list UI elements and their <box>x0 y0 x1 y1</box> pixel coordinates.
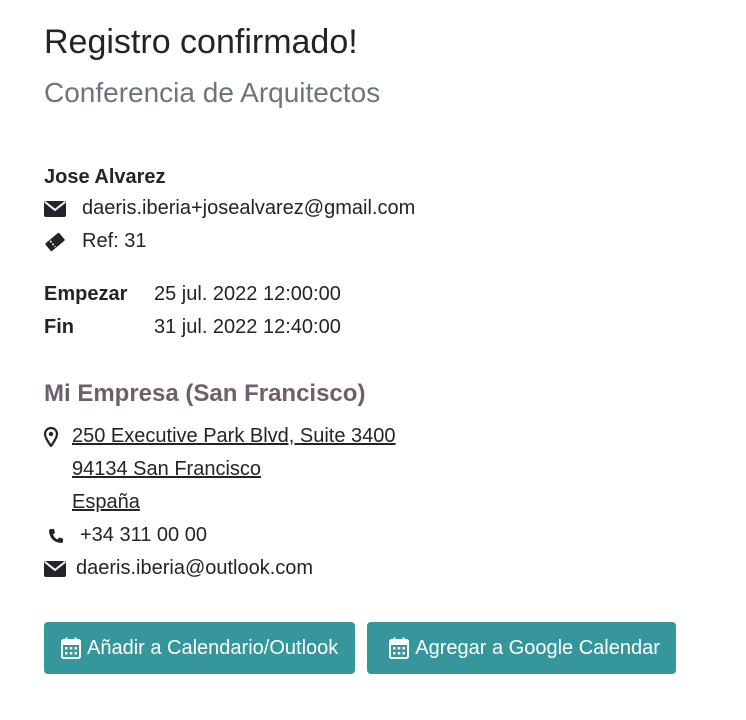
add-to-outlook-button[interactable]: Añadir a Calendario/Outlook <box>44 622 356 674</box>
company-phone: +34 311 00 00 <box>80 524 207 546</box>
add-to-google-calendar-button[interactable]: Agregar a Google Calendar <box>367 622 676 674</box>
ticket-icon <box>44 232 68 252</box>
end-value: 31 jul. 2022 12:40:00 <box>154 316 341 338</box>
attendee-email: daeris.iberia+josealvarez@gmail.com <box>82 197 416 219</box>
attendee-ref: Ref: 31 <box>82 230 147 252</box>
address-line-3-row: España <box>44 486 724 519</box>
company-address: 250 Executive Park Blvd, Suite 3400 9413… <box>44 420 724 585</box>
end-date-row: Fin 31 jul. 2022 12:40:00 <box>44 311 724 344</box>
attendee-ref-row: Ref: 31 <box>44 225 724 258</box>
event-name: Conferencia de Arquitectos <box>44 77 381 108</box>
add-to-outlook-label: Añadir a Calendario/Outlook <box>87 636 339 659</box>
start-value: 25 jul. 2022 12:00:00 <box>154 283 341 305</box>
attendee-email-row: daeris.iberia+josealvarez@gmail.com <box>44 192 724 225</box>
calendar-actions: Añadir a Calendario/Outlook Agregar a Go… <box>44 622 676 674</box>
end-label: Fin <box>44 316 74 338</box>
address-line-1-row: 250 Executive Park Blvd, Suite 3400 <box>44 420 724 453</box>
company-email-row: daeris.iberia@outlook.com <box>44 552 724 585</box>
start-date-row: Empezar 25 jul. 2022 12:00:00 <box>44 278 724 311</box>
calendar-icon <box>61 637 81 659</box>
company-email: daeris.iberia@outlook.com <box>76 557 314 579</box>
address-line-2-row: 94134 San Francisco <box>44 453 724 486</box>
phone-icon <box>44 528 70 544</box>
address-line-1-link[interactable]: 250 Executive Park Blvd, Suite 3400 <box>72 420 396 453</box>
confirmation-panel: Registro confirmado! Conferencia de Arqu… <box>44 20 724 674</box>
page-title: Registro confirmado! <box>44 23 358 61</box>
attendee-name: Jose Alvarez <box>44 166 166 188</box>
company-phone-row: +34 311 00 00 <box>44 519 724 552</box>
address-line-3-link[interactable]: España <box>72 491 140 513</box>
envelope-icon <box>44 199 68 219</box>
envelope-icon <box>44 560 66 577</box>
start-label: Empezar <box>44 283 128 305</box>
event-dates: Empezar 25 jul. 2022 12:00:00 Fin 31 jul… <box>44 278 724 344</box>
address-line-2-link[interactable]: 94134 San Francisco <box>72 458 261 480</box>
calendar-icon <box>389 637 410 659</box>
company-name: Mi Empresa (San Francisco) <box>44 380 366 407</box>
attendee-info: Jose Alvarez daeris.iberia+josealvarez@g… <box>44 162 724 258</box>
add-to-google-calendar-label: Agregar a Google Calendar <box>415 636 660 659</box>
map-marker-icon <box>44 426 62 447</box>
